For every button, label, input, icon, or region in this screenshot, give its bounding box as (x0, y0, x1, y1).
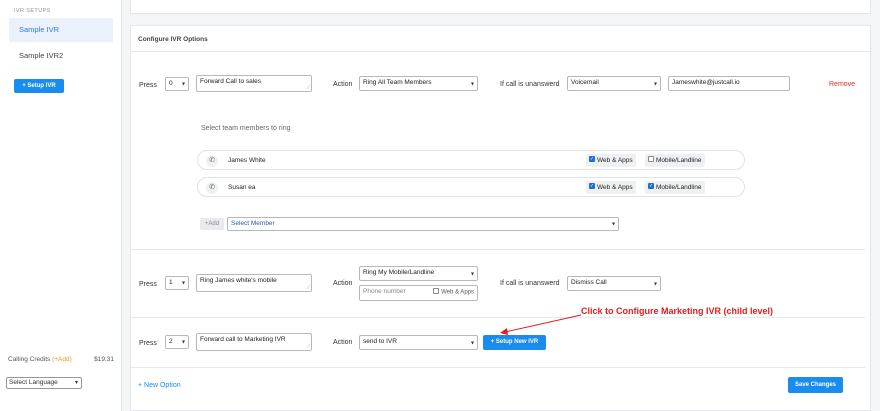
key-value: 1 (169, 279, 173, 286)
action-label: Action (333, 81, 353, 88)
checkbox-label: Web & Apps (597, 184, 633, 191)
add-credits-link[interactable]: (+Add) (52, 356, 72, 363)
unanswered-select-0[interactable]: Voicemail ▾ (567, 76, 661, 91)
sidebar-heading: IVR SETUPS (14, 8, 51, 14)
language-select[interactable]: Select Language ▾ (6, 377, 82, 389)
calling-credits: Calling Credits (+Add) $19.31 (8, 356, 114, 363)
caret-down-icon: ▾ (653, 281, 657, 287)
phone-icon: ✆ (206, 182, 218, 194)
credits-label: Calling Credits (8, 356, 51, 363)
add-member-tag[interactable]: +Add (200, 218, 224, 230)
checkbox-empty (648, 156, 654, 163)
action-select-1[interactable]: Ring My Mobile/Landline ▾ (359, 266, 478, 281)
option-description-1[interactable]: Ring James white's mobile ⟋ (196, 274, 312, 292)
sidebar-item-sample-ivr[interactable]: Sample IVR (9, 18, 113, 42)
checkbox-label: Mobile/Landline (656, 184, 702, 191)
language-select-value: Select Language (9, 379, 58, 386)
web-apps-checkbox[interactable]: ✓ Web & Apps (586, 154, 636, 167)
option-description-2[interactable]: Forward call to Marketing IVR ⟋ (196, 333, 312, 351)
caret-down-icon: ▾ (181, 280, 185, 287)
action-value: Ring All Team Members (363, 79, 432, 86)
select-member-value: Select Member (231, 220, 275, 227)
web-apps-checkbox[interactable]: Web & Apps (433, 288, 474, 296)
key-select-0[interactable]: 0 ▾ (165, 77, 189, 91)
caret-down-icon: ▾ (181, 81, 185, 88)
checkbox-empty (433, 288, 440, 294)
member-name: Susan ea (228, 184, 256, 191)
action-value: Ring My Mobile/Landline (363, 269, 435, 276)
description-text: Forward Call to sales (200, 78, 262, 85)
voicemail-email-input[interactable]: Jameswhite@justcall.io (668, 76, 790, 91)
ivr-options-panel: Configure IVR Options Press 0 ▾ Forward … (130, 25, 872, 411)
panel-title: Configure IVR Options (138, 36, 208, 43)
setup-ivr-button[interactable]: + Setup IVR (14, 79, 64, 93)
resize-grip-icon: ⟋ (306, 344, 310, 350)
caret-down-icon: ▾ (470, 271, 474, 277)
action-select-0[interactable]: Ring All Team Members ▾ (359, 76, 478, 91)
description-text: Forward call to Marketing IVR (200, 336, 286, 343)
new-option-link[interactable]: + New Option (138, 382, 181, 389)
checkbox-label: Web & Apps (597, 157, 633, 164)
caret-down-icon: ▾ (470, 81, 474, 87)
caret-down-icon: ▾ (611, 221, 615, 228)
action-value: send to IVR (363, 338, 397, 345)
team-member-row: ✆ James White ✓ Web & Apps Mobile/Landlin… (197, 150, 745, 170)
key-value: 2 (169, 338, 173, 345)
divider (131, 367, 865, 368)
key-select-1[interactable]: 1 ▾ (165, 276, 189, 290)
phone-icon: ✆ (206, 155, 218, 167)
action-label: Action (333, 280, 353, 287)
key-select-2[interactable]: 2 ▾ (165, 335, 189, 349)
resize-grip-icon: ⟋ (306, 285, 310, 291)
press-label: Press (139, 281, 157, 288)
resize-grip-icon: ⟋ (306, 85, 310, 91)
description-text: Ring James white's mobile (200, 277, 277, 284)
team-members-heading: Select team members to ring (201, 125, 291, 132)
member-name: James White (228, 157, 266, 164)
option-description-0[interactable]: Forward Call to sales ⟋ (196, 75, 312, 92)
press-label: Press (139, 340, 157, 347)
save-changes-button[interactable]: Save Changes (788, 377, 843, 393)
sidebar: IVR SETUPS Sample IVR Sample IVR2 + Setu… (0, 0, 122, 411)
key-value: 0 (169, 80, 173, 87)
check-icon: ✓ (589, 156, 595, 163)
web-apps-checkbox[interactable]: ✓ Web & Apps (586, 181, 636, 194)
credits-amount: $19.31 (94, 356, 114, 363)
select-member-dropdown[interactable]: Select Member ▾ (227, 217, 619, 231)
top-card (130, 0, 871, 14)
caret-down-icon: ▾ (470, 340, 474, 346)
check-icon: ✓ (589, 183, 595, 190)
sidebar-item-sample-ivr2[interactable]: Sample IVR2 (9, 44, 113, 68)
mobile-landline-checkbox[interactable]: Mobile/Landline (645, 154, 705, 167)
caret-down-icon: ▾ (74, 380, 78, 386)
email-value: Jameswhite@justcall.io (672, 79, 740, 86)
caret-down-icon: ▾ (653, 81, 657, 87)
caret-down-icon: ▾ (181, 339, 185, 346)
unanswered-label: If call is unanswerd (500, 81, 560, 88)
remove-option-link[interactable]: Remove (829, 81, 855, 88)
unanswered-label: If call is unanswerd (500, 280, 560, 287)
setup-new-ivr-button[interactable]: + Setup New IVR (483, 335, 546, 350)
mobile-landline-checkbox[interactable]: ✓ Mobile/Landline (645, 181, 705, 194)
checkbox-label: Web & Apps (441, 289, 474, 296)
action-select-2[interactable]: send to IVR ▾ (359, 335, 478, 350)
divider (131, 249, 865, 250)
arrow-icon (500, 314, 582, 335)
check-icon: ✓ (648, 183, 654, 190)
checkbox-label: Mobile/Landline (656, 157, 702, 164)
unanswered-value: Dismiss Call (571, 279, 607, 286)
phone-number-input[interactable]: Phone number Web & Apps (359, 285, 478, 301)
unanswered-select-1[interactable]: Dismiss Call ▾ (567, 276, 661, 291)
phone-placeholder: Phone number (363, 288, 406, 295)
action-label: Action (333, 339, 353, 346)
divider (131, 51, 872, 52)
unanswered-value: Voicemail (571, 79, 599, 86)
annotation-text: Click to Configure Marketing IVR (child … (581, 306, 774, 316)
press-label: Press (139, 82, 157, 89)
team-member-row: ✆ Susan ea ✓ Web & Apps ✓ Mobile/Landline (197, 177, 745, 197)
